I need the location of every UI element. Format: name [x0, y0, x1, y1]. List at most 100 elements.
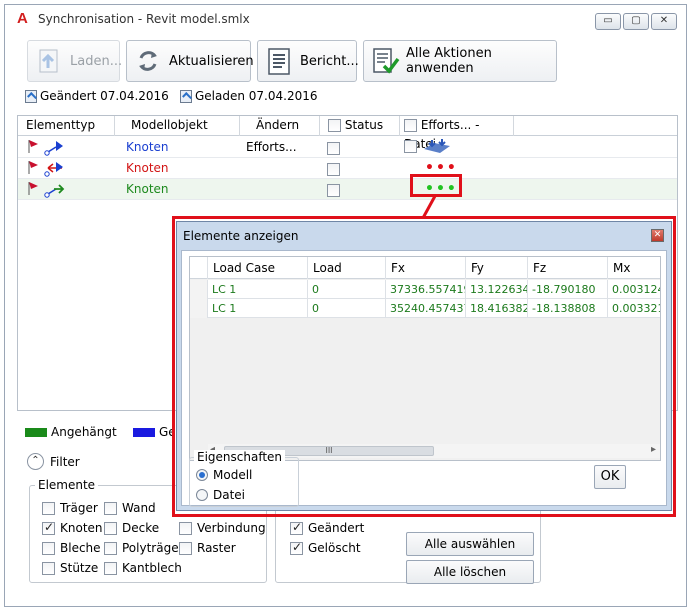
node-type-icon: [26, 159, 66, 180]
load-icon: [34, 46, 64, 76]
row-header-corner: [190, 257, 208, 279]
attached-label: Angehängt: [51, 425, 117, 439]
attached-swatch: [25, 427, 47, 437]
loaded-date-icon: [180, 89, 192, 103]
show-elements-dialog: Elemente anzeigen ✕ Load Case Load Natur…: [176, 221, 672, 511]
dialog-close-button[interactable]: ✕: [651, 229, 664, 242]
filter-knoten[interactable]: Knoten: [42, 520, 103, 535]
cell-load-case: LC 1: [208, 299, 308, 318]
efforts-header-checkbox[interactable]: [404, 119, 417, 132]
efforts-grid-header: Load Case Load Nature Fx Fy Fz Mx: [190, 257, 660, 297]
cell-fy: 18.416382: [466, 299, 528, 318]
properties-group: Eigenschaften Modell Datei: [189, 450, 299, 507]
table-row[interactable]: LC 1 0 37336.557419 13.122634 -18.790180…: [190, 280, 660, 299]
col-fx[interactable]: Fx: [386, 257, 466, 279]
status-header-label: Status: [344, 118, 384, 132]
filter-verbindung[interactable]: Verbindung: [179, 521, 266, 535]
table-row[interactable]: Knoten Efforts...: [18, 137, 677, 158]
col-fy[interactable]: Fy: [466, 257, 528, 279]
col-element-type[interactable]: Elementtyp: [18, 116, 115, 136]
clear-all-button[interactable]: Alle löschen: [406, 560, 534, 584]
option-model[interactable]: Modell: [196, 468, 252, 482]
apply-actions-icon: [370, 46, 400, 76]
filter-kantblech[interactable]: Kantblech: [104, 561, 182, 575]
cell-fx: 35240.457437: [386, 299, 466, 318]
update-label: Aktualisieren: [169, 53, 254, 69]
dialog-title: Elemente anzeigen: [183, 229, 299, 243]
table-row[interactable]: Knoten •••: [18, 179, 677, 200]
row-status-checkbox[interactable]: [327, 162, 340, 176]
filter-bleche[interactable]: Bleche: [42, 541, 101, 555]
table-row[interactable]: Knoten •••: [18, 158, 677, 179]
filter-toggle[interactable]: ⌃ Filter: [27, 453, 80, 470]
apply-all-button[interactable]: Alle Aktionen anwenden: [363, 40, 557, 82]
dots-highlight: [410, 174, 462, 197]
efforts-file-icon[interactable]: [422, 137, 452, 158]
maximize-button[interactable]: ▢: [623, 13, 649, 30]
model-object-cell: Knoten: [126, 140, 169, 154]
loaded-status: Geladen 07.04.2016: [180, 89, 318, 103]
table-row[interactable]: LC 1 0 35240.457437 18.416382 -18.138808…: [190, 299, 660, 318]
refresh-icon: [133, 46, 163, 76]
cell-fx: 37336.557419: [386, 280, 466, 299]
close-button[interactable]: ✕: [651, 13, 677, 30]
filter-raster[interactable]: Raster: [179, 541, 236, 555]
filter-geloescht[interactable]: Gelöscht: [290, 540, 361, 555]
window-title: Synchronisation - Revit model.smlx: [38, 12, 250, 26]
cell-load-case: LC 1: [208, 280, 308, 299]
filter-decke[interactable]: Decke: [104, 521, 159, 535]
row-status-checkbox[interactable]: [327, 183, 340, 197]
cell-fz: -18.138808: [528, 299, 608, 318]
col-load-nature[interactable]: Load Nature: [308, 257, 386, 297]
collapse-icon[interactable]: ⌃: [27, 453, 44, 470]
dialog-body: Load Case Load Nature Fx Fy Fz Mx LC 1 0…: [181, 250, 667, 507]
legend-attached: Angehängt: [25, 425, 117, 439]
cell-mx: 0.003124: [608, 280, 660, 299]
col-status[interactable]: Status: [320, 116, 400, 136]
properties-legend: Eigenschaften: [194, 450, 286, 464]
cell-load-nature: 0: [308, 299, 386, 318]
select-all-button[interactable]: Alle auswählen: [406, 532, 534, 556]
minimize-button[interactable]: ▭: [595, 13, 621, 30]
callout-line: [421, 196, 437, 218]
cell-fz: -18.790180: [528, 280, 608, 299]
node-type-icon: [26, 138, 66, 159]
filter-polytraeger[interactable]: Polyträger: [104, 541, 184, 555]
changed-date-icon: [25, 89, 37, 103]
option-file[interactable]: Datei: [196, 488, 245, 502]
node-type-icon: [26, 180, 66, 201]
cell-load-nature: 0: [308, 280, 386, 299]
col-model-object[interactable]: Modellobjekt: [115, 116, 240, 136]
ok-button[interactable]: OK: [594, 465, 626, 489]
col-fz[interactable]: Fz: [528, 257, 608, 279]
filter-stuetze[interactable]: Stütze: [42, 561, 98, 575]
model-object-cell: Knoten: [126, 161, 169, 175]
col-load-case[interactable]: Load Case: [208, 257, 308, 279]
update-button[interactable]: Aktualisieren: [126, 40, 254, 82]
model-object-cell: Knoten: [126, 182, 169, 196]
title-bar: A Synchronisation - Revit model.smlx ▭ ▢…: [5, 5, 686, 33]
row-efforts-checkbox[interactable]: [404, 139, 417, 153]
col-mx[interactable]: Mx: [608, 257, 660, 279]
changed-swatch: [133, 427, 155, 437]
filter-traeger[interactable]: Träger: [42, 501, 98, 515]
status-header-checkbox[interactable]: [328, 119, 341, 132]
apply-all-label: Alle Aktionen anwenden: [406, 46, 492, 76]
red-dots-icon[interactable]: •••: [425, 161, 458, 175]
efforts-grid: Load Case Load Nature Fx Fy Fz Mx LC 1 0…: [189, 256, 661, 461]
col-efforts[interactable]: Efforts... - Datei: [400, 116, 514, 151]
load-button[interactable]: Laden...: [27, 40, 122, 82]
row-status-checkbox[interactable]: [327, 141, 340, 155]
report-button[interactable]: Bericht...: [257, 40, 359, 82]
filter-geaendert[interactable]: Geändert: [290, 520, 364, 535]
cell-mx: 0.003321: [608, 299, 660, 318]
grid-header: Elementtyp Modellobjekt Ändern Status Ef…: [18, 116, 677, 151]
loaded-date-text: Geladen 07.04.2016: [195, 89, 318, 103]
elements-legend: Elemente: [35, 478, 99, 492]
filter-label: Filter: [50, 454, 80, 469]
report-label: Bericht...: [300, 53, 359, 69]
filter-wand[interactable]: Wand: [104, 501, 156, 515]
app-logo-icon: A: [17, 10, 28, 27]
col-change[interactable]: Ändern: [240, 116, 320, 136]
scroll-right-icon[interactable]: ▸: [651, 444, 656, 455]
